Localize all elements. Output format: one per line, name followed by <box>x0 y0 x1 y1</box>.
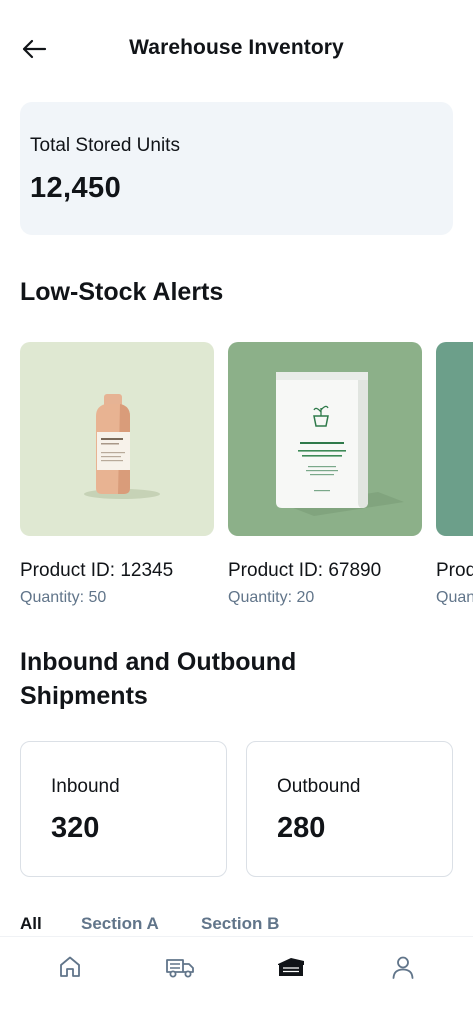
nav-warehouse[interactable] <box>271 951 311 983</box>
total-units-card <box>20 102 453 235</box>
product-id: Product ID: 67890 <box>228 560 382 581</box>
nav-home[interactable] <box>50 951 90 983</box>
outbound-label: Outbound <box>277 776 361 797</box>
shipments-title: Inbound and Outbound Shipments <box>20 648 297 710</box>
tab-all[interactable]: All <box>20 914 42 934</box>
inbound-card[interactable]: Inbound 320 <box>20 741 227 877</box>
product-image <box>228 342 422 536</box>
tab-section-b[interactable]: Section B <box>201 914 279 934</box>
total-units-value: 12,450 <box>30 172 122 204</box>
product-image <box>20 342 214 536</box>
product-quantity: Quantity: 50 <box>20 589 107 606</box>
low-stock-title: Low-Stock Alerts <box>20 278 224 306</box>
total-units-label: Total Stored Units <box>30 135 180 156</box>
tab-section-a[interactable]: Section A <box>81 914 159 934</box>
section-tabs: All Section A Section B <box>0 908 473 938</box>
outbound-value: 280 <box>277 812 326 844</box>
product-id: Product ID: 12345 <box>20 560 174 581</box>
product-quantity: Quantity: 20 <box>228 589 315 606</box>
outbound-card[interactable]: Outbound 280 <box>246 741 453 877</box>
low-stock-carousel[interactable]: Product ID: 12345 Quantity: 50 Product I… <box>20 342 473 622</box>
nav-shipments[interactable] <box>160 951 200 983</box>
product-quantity: Quantity: 15 <box>436 589 473 606</box>
home-icon <box>60 956 80 977</box>
product-id: Product ID: 24680 <box>436 560 473 581</box>
user-icon <box>392 956 414 979</box>
product-card[interactable]: Product ID: 24680 Quantity: 15 <box>436 342 473 606</box>
product-card[interactable]: Product ID: 12345 Quantity: 50 <box>20 342 214 606</box>
page-title: Warehouse Inventory <box>129 36 344 59</box>
inbound-value: 320 <box>51 812 100 844</box>
app-header: Warehouse Inventory <box>0 0 473 98</box>
bottle-illustration <box>84 394 160 499</box>
bottom-navigation <box>0 936 473 1024</box>
inbound-label: Inbound <box>51 776 120 797</box>
product-card[interactable]: Product ID: 67890 Quantity: 20 <box>228 342 422 606</box>
product-image <box>436 342 473 536</box>
warehouse-icon <box>278 958 304 976</box>
nav-profile[interactable] <box>383 951 423 983</box>
truck-icon <box>166 959 194 978</box>
pouch-illustration <box>276 372 404 516</box>
